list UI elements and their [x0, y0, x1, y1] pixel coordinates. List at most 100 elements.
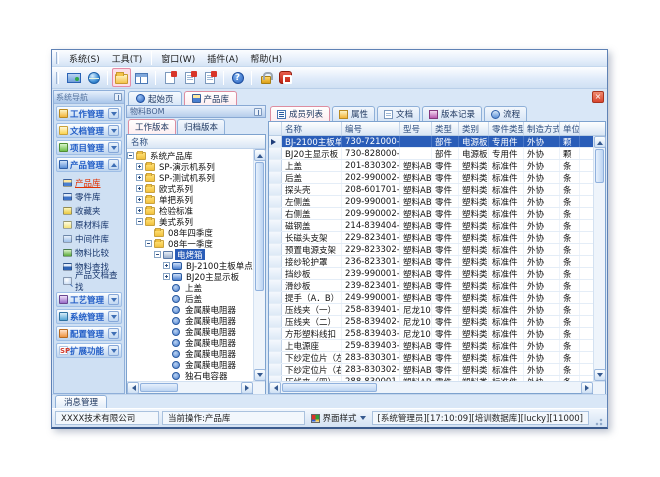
tree-node-3[interactable]: 欧式系列	[127, 183, 253, 194]
table-row[interactable]: 下纱定位片（左）283-830301-00X塑料ABS零件塑料类标准件外协条	[269, 352, 593, 364]
help-button[interactable]	[228, 68, 247, 87]
message-tab[interactable]: 消息管理	[55, 395, 107, 408]
grid-hscroll-track[interactable]	[281, 382, 581, 393]
tree-node-8[interactable]: 08年一季度	[127, 238, 253, 249]
row-selector[interactable]	[269, 244, 282, 255]
tree-node-0[interactable]: 系统产品库	[127, 150, 253, 161]
table-row[interactable]: 左侧盖209-990001-01X塑料ABS零件塑料类标准件外协条	[269, 196, 593, 208]
expand-icon[interactable]	[136, 174, 143, 181]
menu-item-0[interactable]: 系统(S)	[63, 51, 106, 66]
tree-vertical-scrollbar[interactable]	[253, 149, 265, 381]
tree-node-16[interactable]: 金属膜电阻器	[127, 326, 253, 337]
table-row[interactable]: 方形塑料线扣258-839403-00X尼龙1010零件塑料类标准件外协条	[269, 328, 593, 340]
version-tab-1[interactable]: 归档版本	[177, 119, 225, 134]
doc-close-button[interactable]	[200, 68, 219, 87]
column-header-unit[interactable]: 单位	[560, 122, 580, 135]
column-header-model[interactable]: 型号	[400, 122, 432, 135]
grid-hscroll-thumb[interactable]	[282, 383, 377, 392]
row-selector[interactable]	[269, 304, 282, 315]
menu-item-4[interactable]: 帮助(H)	[244, 51, 288, 66]
chevron-down-icon[interactable]	[108, 294, 119, 305]
tree-node-14[interactable]: 金属膜电阻器	[127, 304, 253, 315]
expand-icon[interactable]	[136, 196, 143, 203]
detail-tab-0[interactable]: 成员列表	[270, 106, 330, 121]
tree-horizontal-scrollbar[interactable]	[127, 381, 265, 393]
collapse-icon[interactable]	[145, 240, 152, 247]
tree-vscroll-track[interactable]	[254, 161, 265, 369]
chevron-down-icon[interactable]	[108, 142, 119, 153]
expand-icon[interactable]	[163, 273, 170, 280]
ui-style-button[interactable]: 界面样式	[308, 411, 369, 425]
tree-node-18[interactable]: 金属膜电阻器	[127, 348, 253, 359]
resize-grip[interactable]	[592, 415, 604, 427]
table-row[interactable]: 右侧盖209-990002-01X塑料ABS零件塑料类标准件外协条	[269, 208, 593, 220]
detail-tab-4[interactable]: 流程	[484, 106, 527, 121]
sidebar-group-2[interactable]: 项目管理	[56, 140, 122, 155]
table-row[interactable]: 长磁头支架229-823401-00X塑料ABS零件塑料类标准件外协条	[269, 232, 593, 244]
row-selector[interactable]	[269, 316, 282, 327]
tree-node-17[interactable]: 金属膜电阻器	[127, 337, 253, 348]
chevron-down-icon[interactable]	[108, 108, 119, 119]
sidebar-group-6[interactable]: 配置管理	[56, 326, 122, 341]
doc-open-button[interactable]	[180, 68, 199, 87]
scroll-down-icon[interactable]	[594, 369, 606, 381]
sidebar-group-7[interactable]: 扩展功能	[56, 343, 122, 358]
menu-item-2[interactable]: 窗口(W)	[155, 51, 201, 66]
sidebar-group-3[interactable]: 产品管理	[56, 157, 122, 172]
doc-tab-0[interactable]: 起始页	[128, 91, 182, 105]
grid-vertical-scrollbar[interactable]	[593, 136, 605, 381]
doc-new-button[interactable]	[160, 68, 179, 87]
scroll-down-icon[interactable]	[254, 369, 266, 381]
sidebar-item-5[interactable]: 物料比较	[59, 246, 122, 260]
expand-icon[interactable]	[136, 163, 143, 170]
column-header-code[interactable]: 编号	[342, 122, 400, 135]
collapse-icon[interactable]	[136, 218, 143, 225]
column-header-name[interactable]: 名称	[282, 122, 342, 135]
window-button[interactable]	[112, 68, 131, 87]
tree-node-7[interactable]: 08年四季度	[127, 227, 253, 238]
table-row[interactable]: 滑纱板239-823401-00X塑料ABS零件塑料类标准件外协条	[269, 280, 593, 292]
sidebar-item-1[interactable]: 零件库	[59, 190, 122, 204]
tree-node-2[interactable]: SP-测试机系列	[127, 172, 253, 183]
scroll-left-icon[interactable]	[127, 382, 139, 394]
row-selector[interactable]	[269, 184, 282, 195]
tree-node-12[interactable]: 上盖	[127, 282, 253, 293]
table-row[interactable]: 接纱轮护罩236-823301-00X塑料ABS零件塑料类标准件外协条	[269, 256, 593, 268]
table-row[interactable]: 提手（A．B）249-990001-01X塑料ABS零件塑料类标准件外协条	[269, 292, 593, 304]
row-selector[interactable]	[269, 364, 282, 375]
table-row[interactable]: 压线夹（二）258-839402-00X尼龙1010零件塑料类标准件外协条	[269, 316, 593, 328]
column-header-part_type[interactable]: 零件类型	[489, 122, 524, 135]
row-selector[interactable]	[269, 352, 282, 363]
tree-node-20[interactable]: 独石电容器	[127, 370, 253, 381]
table-row[interactable]: 挡纱板239-990001-01X塑料ABS零件塑料类标准件外协条	[269, 268, 593, 280]
table-row[interactable]: BJ20主显示板730-828000-04X部件电源板专用件外协颗	[269, 148, 593, 160]
tree-hscroll-track[interactable]	[139, 382, 241, 393]
tree-node-15[interactable]: 金属膜电阻器	[127, 315, 253, 326]
scroll-up-icon[interactable]	[594, 136, 606, 148]
sidebar-group-4[interactable]: 工艺管理	[56, 292, 122, 307]
table-row[interactable]: 探头壳208-601701-01X塑料ABS零件塑料类标准件外协条	[269, 184, 593, 196]
sidebar-item-7[interactable]: 产品文档查找	[59, 274, 122, 288]
chevron-down-icon[interactable]	[108, 345, 119, 356]
pin-icon[interactable]	[114, 93, 122, 101]
column-header-type[interactable]: 类型	[432, 122, 459, 135]
tree-vscroll-thumb[interactable]	[255, 162, 264, 291]
chevron-down-icon[interactable]	[108, 328, 119, 339]
expand-icon[interactable]	[136, 207, 143, 214]
close-tab-button[interactable]: ×	[592, 91, 604, 103]
row-selector[interactable]	[269, 328, 282, 339]
tree-node-19[interactable]: 金属膜电阻器	[127, 359, 253, 370]
row-selector[interactable]	[269, 172, 282, 183]
toolbar-grip[interactable]	[56, 72, 59, 84]
sidebar-group-1[interactable]: 文档管理	[56, 123, 122, 138]
tree-node-13[interactable]: 后盖	[127, 293, 253, 304]
sidebar-group-0[interactable]: 工作管理	[56, 106, 122, 121]
column-header-make[interactable]: 制造方式	[524, 122, 560, 135]
table-row[interactable]: 压线夹（一）258-839401-00X尼龙1010零件塑料类标准件外协条	[269, 304, 593, 316]
row-selector[interactable]	[269, 340, 282, 351]
scroll-left-icon[interactable]	[269, 382, 281, 394]
menubar-grip[interactable]	[56, 52, 59, 64]
globe-button[interactable]	[84, 68, 103, 87]
row-selector[interactable]	[269, 196, 282, 207]
tree-hscroll-thumb[interactable]	[140, 383, 178, 392]
